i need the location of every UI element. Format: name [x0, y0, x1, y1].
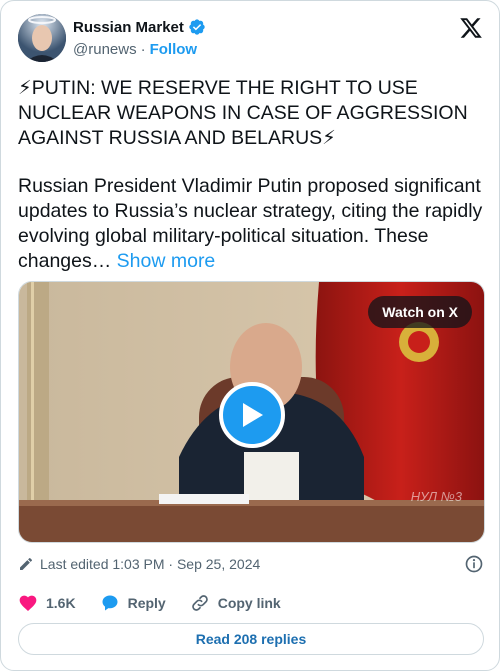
play-button[interactable] — [219, 382, 285, 448]
watch-on-x-button[interactable]: Watch on X — [368, 296, 472, 328]
reply-label: Reply — [127, 595, 166, 611]
like-button[interactable]: 1.6K — [18, 593, 76, 613]
reply-bubble-icon — [102, 595, 118, 611]
edited-timestamp[interactable]: Last edited 1:03 PM · Sep 25, 2024 — [40, 556, 260, 572]
edited-meta: Last edited 1:03 PM · Sep 25, 2024 — [18, 554, 484, 574]
link-icon — [191, 595, 208, 611]
x-logo-icon[interactable] — [458, 16, 484, 40]
tweet-card: Russian Market @runews · Follow ⚡PUTIN: … — [0, 0, 500, 671]
like-count: 1.6K — [46, 595, 76, 611]
follow-button[interactable]: Follow — [150, 41, 198, 58]
verified-badge-icon — [189, 19, 205, 35]
video-watermark: НУЛ №3 — [410, 489, 462, 504]
info-icon[interactable] — [464, 554, 484, 574]
author-handle[interactable]: @runews — [73, 41, 137, 58]
read-replies-button[interactable]: Read 208 replies — [18, 623, 484, 655]
show-more-link[interactable]: Show more — [117, 250, 216, 272]
reply-button[interactable]: Reply — [100, 593, 166, 613]
separator-dot: · — [140, 41, 146, 58]
tweet-headline: ⚡PUTIN: WE RESERVE THE RIGHT TO USE NUCL… — [18, 77, 468, 149]
copy-link-label: Copy link — [217, 595, 281, 611]
tweet-body: Russian President Vladimir Putin propose… — [18, 174, 486, 274]
copy-link-button[interactable]: Copy link — [190, 593, 281, 613]
pencil-icon — [20, 558, 32, 570]
video-thumbnail[interactable]: Watch on X НУЛ №3 — [18, 281, 485, 543]
play-icon — [243, 403, 263, 427]
author-name[interactable]: Russian Market — [73, 19, 184, 36]
tweet-body-text: Russian President Vladimir Putin propose… — [18, 175, 483, 272]
action-bar: 1.6K Reply Copy link — [18, 591, 305, 615]
heart-icon — [19, 595, 37, 611]
author-avatar[interactable] — [18, 14, 66, 62]
